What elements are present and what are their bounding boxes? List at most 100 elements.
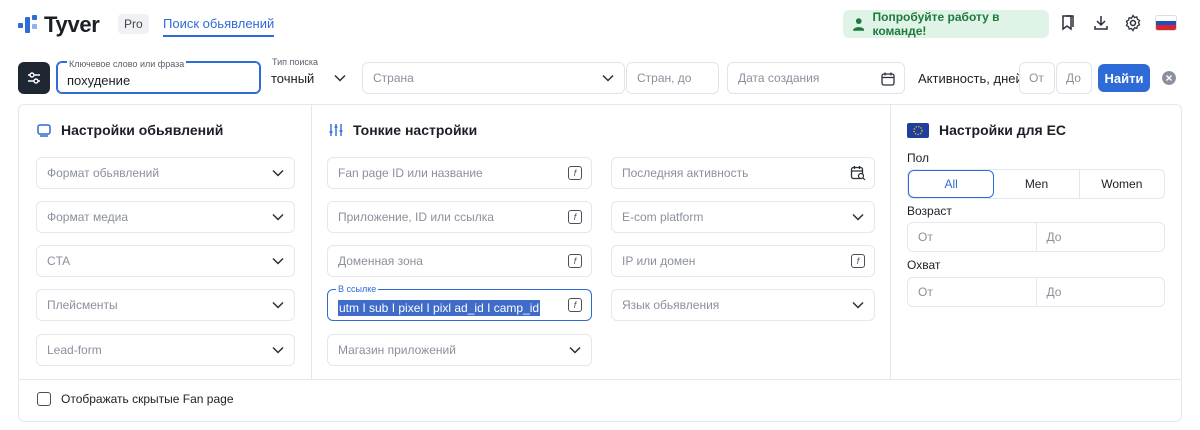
download-icon[interactable]	[1092, 14, 1110, 32]
eu-settings-title: Настройки для ЕС	[939, 122, 1067, 138]
chevron-down-icon	[272, 169, 284, 177]
in-link-input[interactable]: В ссылке utm I sub I pixel I pixl ad_id …	[327, 284, 592, 321]
ecom-platform-select[interactable]: E-com platform	[611, 201, 875, 233]
bookmarks-icon[interactable]	[1059, 14, 1077, 32]
activity-days-label: Активность, дней	[918, 71, 1023, 86]
filters-toggle-button[interactable]	[18, 62, 50, 94]
activity-from-placeholder: От	[1029, 71, 1044, 85]
fan-page-placeholder: Fan page ID или название	[338, 166, 483, 180]
user-icon	[853, 18, 865, 31]
cta-placeholder: CTA	[47, 254, 71, 268]
ad-language-select[interactable]: Язык обьявления	[611, 289, 875, 321]
gender-option-all[interactable]: All	[908, 170, 995, 198]
brand-name: Tyver	[44, 12, 100, 37]
sliders-icon	[28, 72, 40, 84]
calendar-icon[interactable]	[880, 71, 896, 87]
calendar-search-icon[interactable]	[850, 165, 866, 181]
search-type-select[interactable]: точный	[271, 71, 314, 86]
clear-icon[interactable]	[1162, 71, 1176, 85]
reach-from-input[interactable]: От	[908, 278, 1037, 306]
ad-format-placeholder: Формат обьявлений	[47, 166, 160, 180]
cta-select[interactable]: CTA	[36, 245, 295, 277]
language-flag-icon[interactable]	[1156, 16, 1176, 30]
age-range: От До	[907, 222, 1165, 252]
gender-label: Пол	[907, 151, 930, 165]
domain-zone-placeholder: Доменная зона	[338, 254, 423, 268]
media-format-placeholder: Формат медиа	[47, 210, 128, 224]
sliders-vertical-icon	[329, 124, 343, 136]
function-icon[interactable]: f	[568, 166, 582, 180]
last-activity-input[interactable]: Последняя активность	[611, 157, 875, 189]
domain-zone-input[interactable]: Доменная зона f	[327, 245, 592, 277]
chevron-down-icon	[852, 213, 864, 221]
age-from-input[interactable]: От	[908, 223, 1037, 251]
eu-flag-icon	[907, 122, 929, 138]
placements-placeholder: Плейсменты	[47, 298, 118, 312]
age-label: Возраст	[907, 204, 952, 218]
plan-badge: Pro	[118, 14, 149, 34]
reach-to-input[interactable]: До	[1037, 278, 1165, 306]
eu-settings-heading: Настройки для ЕС	[907, 122, 1066, 138]
settings-panel: Настройки обьявлений Формат обьявлений Ф…	[18, 104, 1182, 422]
ad-settings-heading: Настройки обьявлений	[37, 122, 223, 138]
nav-ad-search[interactable]: Поиск обьявлений	[163, 16, 275, 37]
ip-domain-placeholder: IP или домен	[622, 254, 696, 268]
chevron-down-icon	[569, 346, 581, 354]
keyword-input[interactable]: Ключевое слово или фраза похудение	[56, 59, 261, 94]
activity-to-input[interactable]: До	[1056, 62, 1092, 94]
ip-domain-input[interactable]: IP или домен f	[611, 245, 875, 277]
search-type-label: Тип поиска	[272, 57, 319, 67]
placements-select[interactable]: Плейсменты	[36, 289, 295, 321]
last-activity-placeholder: Последняя активность	[622, 166, 749, 180]
top-header: Tyver Pro Поиск обьявлений Попробуйте ра…	[0, 0, 1200, 48]
lead-form-placeholder: Lead-form	[47, 343, 102, 357]
in-link-label: В ссылке	[336, 284, 379, 294]
function-icon[interactable]: f	[568, 298, 582, 312]
window-icon	[37, 123, 51, 137]
fine-settings-title: Тонкие настройки	[353, 122, 478, 138]
show-hidden-fanpage-checkbox[interactable]	[37, 392, 51, 406]
activity-from-input[interactable]: От	[1019, 62, 1055, 94]
chevron-down-icon	[602, 74, 614, 82]
logo-icon	[18, 15, 38, 35]
gear-icon[interactable]	[1124, 14, 1142, 32]
ad-language-placeholder: Язык обьявления	[622, 298, 720, 312]
gender-option-men[interactable]: Men	[994, 170, 1080, 198]
try-team-button[interactable]: Попробуйте работу в команде!	[843, 10, 1049, 38]
logo[interactable]: Tyver	[18, 12, 100, 38]
age-to-input[interactable]: До	[1037, 223, 1165, 251]
chevron-down-icon	[272, 301, 284, 309]
function-icon[interactable]: f	[568, 210, 582, 224]
chevron-down-icon	[852, 301, 864, 309]
function-icon[interactable]: f	[851, 254, 865, 268]
country-select[interactable]: Страна	[362, 62, 625, 94]
application-placeholder: Приложение, ID или ссылка	[338, 210, 494, 224]
in-link-value: utm I sub I pixel I pixl ad_id I camp_id	[338, 300, 541, 316]
reach-label: Охват	[907, 258, 941, 272]
media-format-select[interactable]: Формат медиа	[36, 201, 295, 233]
activity-to-placeholder: До	[1066, 71, 1081, 85]
keyword-value: похудение	[67, 73, 131, 88]
ad-format-select[interactable]: Формат обьявлений	[36, 157, 295, 189]
find-button[interactable]: Найти	[1098, 64, 1150, 92]
gender-option-women[interactable]: Women	[1080, 170, 1164, 198]
ecom-platform-placeholder: E-com platform	[622, 210, 704, 224]
countries-max-input[interactable]: Стран, до	[626, 62, 719, 94]
fan-page-input[interactable]: Fan page ID или название f	[327, 157, 592, 189]
chevron-down-icon	[272, 346, 284, 354]
show-hidden-fanpage-row[interactable]: Отображать скрытые Fan page	[37, 392, 234, 406]
reach-range: От До	[907, 277, 1165, 307]
lead-form-select[interactable]: Lead-form	[36, 334, 295, 366]
gender-segmented-control: All Men Women	[907, 169, 1165, 199]
show-hidden-fanpage-label: Отображать скрытые Fan page	[61, 392, 234, 406]
country-placeholder: Страна	[373, 71, 414, 85]
app-store-select[interactable]: Магазин приложений	[327, 334, 592, 366]
function-icon[interactable]: f	[568, 254, 582, 268]
fine-settings-heading: Тонкие настройки	[329, 122, 477, 138]
chevron-down-icon	[272, 257, 284, 265]
countries-max-placeholder: Стран, до	[637, 71, 692, 85]
try-team-label: Попробуйте работу в команде!	[872, 10, 1000, 38]
app-store-placeholder: Магазин приложений	[338, 343, 456, 357]
creation-date-input[interactable]: Дата создания	[727, 62, 905, 94]
application-input[interactable]: Приложение, ID или ссылка f	[327, 201, 592, 233]
